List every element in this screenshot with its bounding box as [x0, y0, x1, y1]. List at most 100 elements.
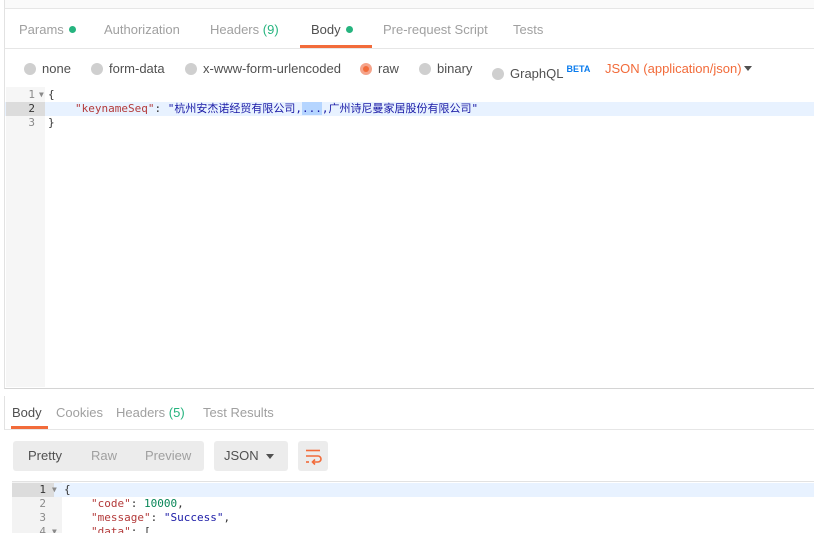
radio-checked-icon	[360, 63, 372, 75]
body-type-binary[interactable]: binary	[419, 61, 472, 77]
content-type-dropdown[interactable]: JSON (application/json)	[605, 61, 742, 77]
content-type-label: JSON (application/json)	[605, 61, 742, 76]
tab-pre-request-label: Pre-request Script	[383, 22, 488, 37]
response-line: 4 ▼ "data": [	[12, 525, 814, 533]
response-tabs: Body Cookies Headers (5) Test Results	[4, 396, 814, 430]
code-text: }	[48, 116, 55, 129]
chevron-down-icon	[266, 454, 274, 459]
mode-raw-label: Raw	[91, 448, 118, 463]
code-text: "data": [	[91, 525, 151, 533]
wrap-lines-icon	[306, 449, 322, 466]
json-key: "code"	[91, 497, 131, 510]
resp-tab-body[interactable]: Body	[12, 396, 42, 430]
resp-headers-count: (5)	[168, 405, 185, 420]
body-type-raw-label: raw	[378, 61, 399, 76]
tab-body-label: Body	[311, 22, 341, 37]
json-colon: :	[154, 102, 168, 115]
line-number: 3	[28, 116, 35, 129]
radio-icon	[419, 63, 431, 75]
beta-badge: BETA	[566, 64, 591, 74]
resp-tab-cookies[interactable]: Cookies	[56, 396, 103, 430]
line-number: 2	[39, 497, 46, 510]
line-number: 2	[6, 102, 45, 116]
resp-tab-cookies-label: Cookies	[56, 405, 103, 420]
chevron-down-icon[interactable]	[744, 66, 752, 71]
body-type-urlencoded[interactable]: x-www-form-urlencoded	[185, 61, 341, 77]
resp-tab-test-results-label: Test Results	[203, 405, 274, 420]
editor-line: 3 }	[5, 116, 814, 130]
body-type-none[interactable]: none	[24, 61, 71, 77]
params-indicator-dot	[68, 26, 76, 33]
radio-icon	[185, 63, 197, 75]
tab-headers-label: Headers	[210, 22, 260, 37]
active-tab-underline	[300, 45, 372, 48]
tab-authorization[interactable]: Authorization	[104, 9, 180, 49]
tab-tests[interactable]: Tests	[513, 9, 543, 49]
fold-arrow-icon[interactable]: ▼	[39, 88, 44, 102]
tab-authorization-label: Authorization	[104, 22, 180, 37]
json-key: "message"	[91, 511, 151, 524]
json-key: "data"	[91, 525, 131, 533]
tab-params-label: Params	[19, 22, 64, 37]
request-body-editor[interactable]: 1 ▼ { 2 "keynameSeq": "杭州安杰诺经贸有限公司,...,广…	[4, 87, 814, 389]
selected-text: ...	[301, 102, 322, 115]
line-number: 3	[39, 511, 46, 524]
code-text: "keynameSeq": "杭州安杰诺经贸有限公司,...,广州诗尼曼家居股份…	[75, 102, 478, 116]
tab-body[interactable]: Body	[311, 9, 353, 49]
tab-headers[interactable]: Headers (9)	[210, 9, 279, 49]
format-select[interactable]: JSON	[214, 441, 288, 471]
response-line: 3 "message": "Success",	[12, 511, 814, 525]
body-type-none-label: none	[42, 61, 71, 76]
tab-params[interactable]: Params	[19, 9, 76, 49]
radio-icon	[492, 68, 504, 80]
body-type-urlencoded-label: x-www-form-urlencoded	[203, 61, 341, 76]
response-body-viewer[interactable]: 1 ▼ { 2 "code": 10000, 3 "message": "Suc…	[12, 481, 814, 533]
json-string-value: "杭州安杰诺经贸有限公司,	[167, 102, 302, 115]
code-text: "message": "Success",	[91, 511, 231, 524]
response-line-active: 1 ▼ {	[12, 483, 814, 497]
resp-tab-headers[interactable]: Headers (5)	[116, 396, 185, 430]
mode-preview[interactable]: Preview	[145, 441, 191, 471]
code-text: {	[48, 88, 55, 101]
body-type-form-data-label: form-data	[109, 61, 165, 76]
resp-tab-body-label: Body	[12, 405, 42, 420]
wrap-lines-button[interactable]	[298, 441, 328, 471]
body-type-selector: none form-data x-www-form-urlencoded raw…	[4, 49, 814, 87]
line-number: 1	[12, 483, 54, 497]
code-text: "code": 10000,	[91, 497, 184, 510]
fold-arrow-icon[interactable]: ▼	[52, 483, 57, 497]
json-bracket: [	[144, 525, 151, 533]
request-tabs: Params Authorization Headers (9) Body Pr…	[4, 9, 814, 49]
mode-preview-label: Preview	[145, 448, 192, 463]
code-text: {	[64, 483, 71, 496]
response-line: 2 "code": 10000,	[12, 497, 814, 511]
tab-pre-request-script[interactable]: Pre-request Script	[383, 9, 488, 49]
editor-line: 1 ▼ {	[5, 88, 814, 102]
json-key: "keynameSeq"	[75, 102, 155, 115]
tab-tests-label: Tests	[513, 22, 544, 37]
format-select-label: JSON	[224, 448, 259, 463]
body-type-graphql[interactable]: GraphQL BETA	[492, 61, 591, 81]
body-type-graphql-label: GraphQL	[510, 66, 564, 81]
resp-tab-headers-label: Headers	[116, 405, 166, 420]
active-resp-tab-underline	[11, 426, 48, 429]
json-number-value: 10000	[144, 497, 178, 510]
view-mode-toggle: Pretty Raw Preview	[13, 441, 204, 471]
json-string-value: "Success"	[163, 511, 224, 524]
mode-pretty-label: Pretty	[28, 448, 62, 463]
mode-pretty[interactable]: Pretty	[28, 441, 62, 471]
editor-gutter	[6, 87, 45, 387]
body-indicator-dot	[345, 26, 353, 33]
mode-raw[interactable]: Raw	[91, 441, 117, 471]
json-string-value: ,广州诗尼曼家居股份有限公司"	[321, 102, 479, 115]
body-type-raw[interactable]: raw	[360, 61, 399, 77]
top-strip	[4, 0, 814, 9]
line-number: 4	[39, 525, 46, 533]
fold-arrow-icon[interactable]: ▼	[52, 525, 57, 533]
body-type-form-data[interactable]: form-data	[91, 61, 165, 77]
editor-line-active: 2 "keynameSeq": "杭州安杰诺经贸有限公司,...,广州诗尼曼家居…	[5, 102, 814, 116]
radio-icon	[24, 63, 36, 75]
radio-icon	[91, 63, 103, 75]
resp-tab-test-results[interactable]: Test Results	[203, 396, 274, 430]
headers-count: (9)	[262, 22, 279, 37]
